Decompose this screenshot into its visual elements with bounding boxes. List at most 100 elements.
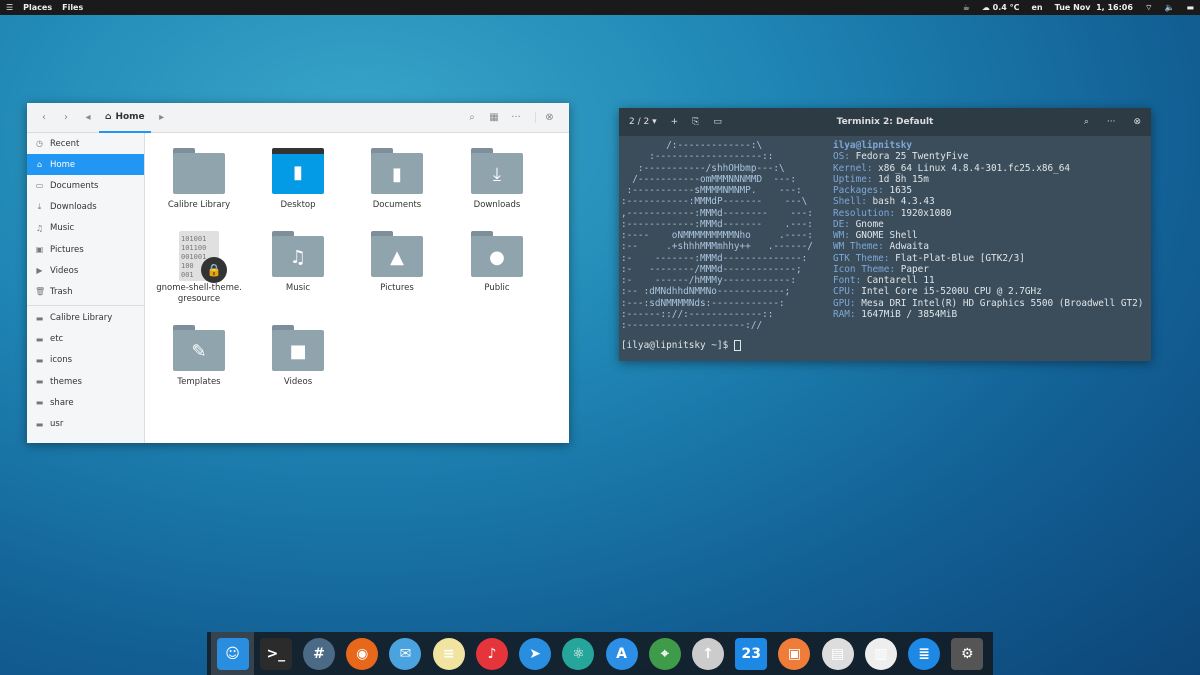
session-switcher[interactable]: 2 / 2 ▾ [629,117,657,127]
view-grid-button[interactable]: ▦ [483,112,505,123]
info-value: Intel Core i5-5200U CPU @ 2.7GHz [861,286,1042,298]
info-value: 1d 8h 15m [878,173,929,185]
keyboard-layout[interactable]: en [1031,3,1042,12]
file-item[interactable]: ● Public [452,231,542,294]
dock-app-music[interactable]: ♪ [470,632,513,675]
dock-app-app-store[interactable]: A [600,632,643,675]
menu-button[interactable]: ··· [1107,117,1116,127]
battery-icon[interactable]: ▬ [1186,3,1194,12]
dock: ☺ >_ # ◉ ✉ ≡ ♪ ➤ ⚛ A ⌖ ↑ 23 ▣ ▤ ▥ ≣ ⚙ [207,632,993,675]
info-key: GPU: [833,297,862,309]
dock-app-atom[interactable]: ⚛ [557,632,600,675]
session-count: 2 / 2 [629,117,650,127]
weather-temp: 0.4 °C [992,3,1020,12]
files-menu[interactable]: Files [62,3,83,12]
file-item[interactable]: ▲ Pictures [352,231,442,294]
info-value: Adwaita [889,241,929,253]
bookmark-item[interactable]: ▬ share [27,392,144,413]
file-item[interactable]: ■ Videos [253,325,343,388]
file-item[interactable]: ⤓ Downloads [452,148,542,211]
dock-app-books[interactable]: ▥ [859,632,902,675]
dock-app-notes[interactable]: ≡ [427,632,470,675]
clock[interactable]: Tue Nov 1, 16:06 [1055,3,1133,12]
app-store-icon: A [605,637,638,670]
split-button[interactable]: ⎘ [692,117,699,127]
dock-app-settings[interactable]: ⚙ [946,632,989,675]
ascii-logo-line: :---:sdNMMMMNds:------------: [621,297,785,309]
dock-app-send[interactable]: ➤ [514,632,557,675]
file-item[interactable]: Calibre Library [154,148,244,211]
info-value: Cantarell 11 [866,275,935,286]
info-key: RAM: [833,308,862,320]
volume-icon[interactable]: 🔈 [1164,3,1174,12]
bookmark-item[interactable]: ▬ usr [27,413,144,434]
dock-app-files[interactable]: ☺ [211,632,255,675]
user-host: ilya@lipnitsky [833,140,913,151]
add-session-button[interactable]: + [671,117,679,127]
folder-icon: ▲ [371,231,423,277]
sidebar-item-downloads[interactable]: ⤓ Downloads [27,197,144,218]
close-button[interactable]: ⊗ [535,112,563,123]
search-button[interactable]: ⌕ [461,112,483,123]
chat-icon: # [303,637,336,670]
file-label: Documents [372,200,422,210]
forward-button[interactable]: › [55,112,77,123]
dock-app-text-editor[interactable]: ≣ [903,632,946,675]
ascii-logo-line: :-----------sMMMMNMNMP. ---: [621,185,802,196]
file-item[interactable]: ▮ Documents [352,148,442,211]
sidebar-item-trash[interactable]: 🗑 Trash [27,281,144,302]
sidebar-item-documents[interactable]: ▭ Documents [27,175,144,196]
folder-icon: ⤓ [471,148,523,194]
wifi-icon[interactable]: ⌔ [1145,3,1153,13]
sidebar-item-recent[interactable]: ◷ Recent [27,133,144,154]
path-right-icon[interactable]: ▸ [151,112,173,123]
folder-icon: ▬ [35,355,44,365]
bookmark-item[interactable]: ▬ etc [27,329,144,350]
dock-app-mail[interactable]: ✉ [384,632,427,675]
file-item[interactable]: 101001 101100 001001 100 001 🔒 gnome-shell-the… [154,231,244,305]
sidebar-item-music[interactable]: ♫ Music [27,218,144,239]
info-line: CPU: Intel Core i5-5200U CPU @ 2.7GHz [833,286,1143,297]
hamburger-icon[interactable]: ☰ [6,3,13,12]
tab-button[interactable]: ▭ [713,117,722,127]
dock-app-firefox[interactable]: ◉ [341,632,384,675]
bookmark-item[interactable]: ▬ icons [27,350,144,371]
file-item[interactable]: ♫ Music [253,231,343,294]
dock-app-updates[interactable]: ↑ [686,632,729,675]
sidebar-item-pictures[interactable]: ▣ Pictures [27,239,144,260]
bookmark-item[interactable]: ▬ Calibre Library [27,308,144,329]
dock-app-terminal[interactable]: >_ [254,632,297,675]
search-button[interactable]: ⌕ [1084,117,1089,127]
atom-icon: ⚛ [562,637,595,670]
dock-app-calendar[interactable]: 23 [730,632,773,675]
info-key: Resolution: [833,207,901,219]
back-button[interactable]: ‹ [33,112,55,123]
text-editor-icon: ≣ [908,637,941,670]
shell-prompt[interactable]: [ilya@lipnitsky ~]$ [621,340,741,351]
dock-app-maps[interactable]: ⌖ [643,632,686,675]
weather-indicator[interactable]: ☁ 0.4 °C [982,3,1020,12]
breadcrumb-home[interactable]: ⌂ Home [99,103,151,133]
close-button[interactable]: ⊗ [1133,117,1141,127]
bookmark-item[interactable]: ▬ themes [27,371,144,392]
places-menu[interactable]: Places [23,3,52,12]
info-line: DE: Gnome [833,219,1143,230]
sidebar-item-home[interactable]: ⌂ Home [27,154,144,176]
info-value: Gnome [855,218,884,230]
dock-app-chat[interactable]: # [297,632,340,675]
dock-app-photos[interactable]: ▣ [773,632,816,675]
ascii-logo-line: ,------------:MMMd-------- ---: [621,207,813,219]
folder-icon: ▬ [35,398,44,408]
ascii-logo-line: /:-------------:\ [621,140,763,151]
ascii-logo-line: :-- .+shhhMMMmhhy++ .------/ [621,241,813,253]
coffee-icon[interactable]: ☕ [963,3,970,12]
file-item[interactable]: ✎ Templates [154,325,244,388]
file-label: Videos [283,377,313,387]
more-button[interactable]: ··· [505,112,527,123]
sidebar-item-videos[interactable]: ▶ Videos [27,260,144,281]
file-item[interactable]: ▮ Desktop [253,148,343,211]
path-left-icon[interactable]: ◂ [77,112,99,123]
ascii-logo-line: :- -------:MMMd--------------: [621,252,808,264]
info-value: Paper [900,263,929,275]
dock-app-documents[interactable]: ▤ [816,632,859,675]
